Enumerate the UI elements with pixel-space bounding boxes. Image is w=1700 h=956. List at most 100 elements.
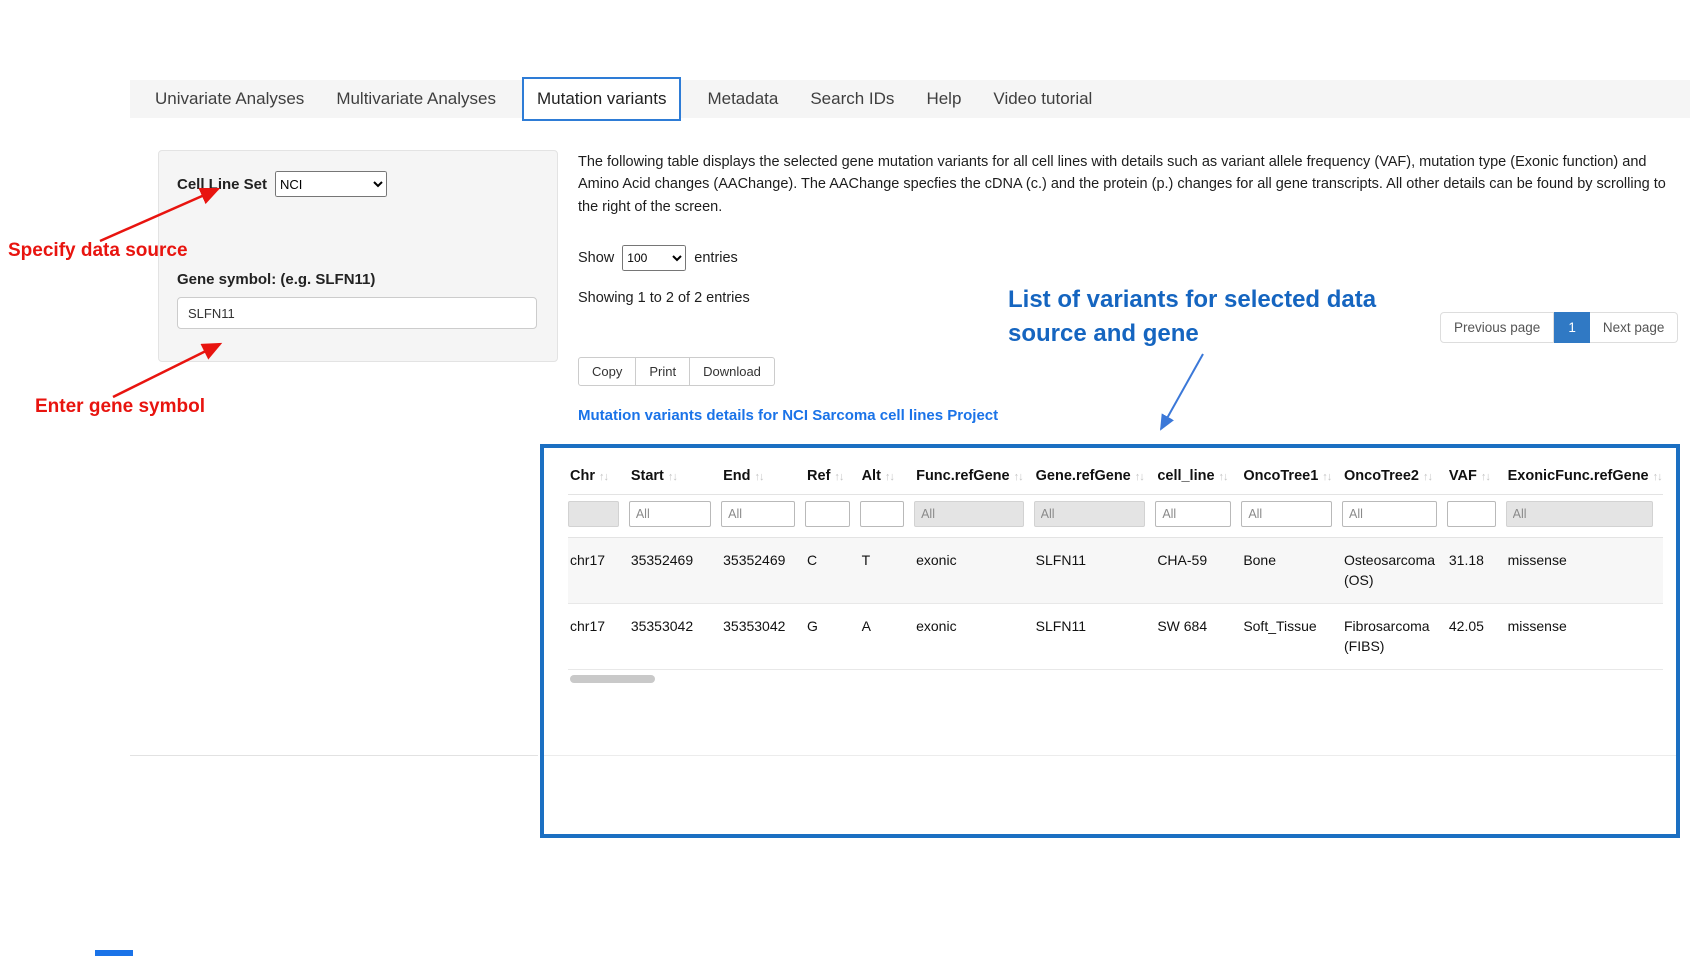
table-filter-row [568,495,1663,538]
print-button[interactable]: Print [636,357,690,386]
column-label: Chr [570,468,595,484]
column-header-chr[interactable]: Chr ↑↓ [568,460,629,495]
sort-icon: ↑↓ [755,471,764,483]
sort-icon: ↑↓ [1653,471,1662,483]
tab-multivariate-analyses[interactable]: Multivariate Analyses [336,89,496,109]
content-divider-inner [544,755,1676,756]
column-label: ExonicFunc.refGene [1508,468,1649,484]
page-root: Univariate Analyses Multivariate Analyses… [0,0,1700,956]
table-body: chr173535246935352469CTexonicSLFN11CHA-5… [568,538,1663,670]
show-label: Show [578,250,614,266]
entries-per-page-select[interactable]: 100 [622,245,686,271]
table-cell: 35353042 [721,604,805,670]
column-header-exonicfunc-refgene[interactable]: ExonicFunc.refGene ↑↓ [1506,460,1663,495]
column-header-ref[interactable]: Ref↑↓ [805,460,860,495]
table-cell: Bone [1241,538,1342,604]
horizontal-scrollbar-thumb[interactable] [570,675,655,683]
nav-tabs: Univariate Analyses Multivariate Analyses… [130,80,1690,118]
table-cell: exonic [914,604,1034,670]
sort-icon: ↑↓ [1481,471,1490,483]
filter-input-cell-line[interactable] [1155,501,1231,527]
column-label: Gene.refGene [1036,468,1131,484]
variants-table: Chr↑↓Start↑↓End↑↓Ref↑↓Alt↑↓Func.refGene↑… [568,460,1663,670]
filter-input-exonicfunc-refgene[interactable] [1506,501,1653,527]
column-label: OncoTree2 [1344,468,1419,484]
show-entries-control: Show 100 entries [578,245,738,271]
column-label: OncoTree1 [1243,468,1318,484]
table-cell: SLFN11 [1034,604,1156,670]
filter-input-ref[interactable] [805,501,850,527]
column-header-vaf[interactable]: VAF ↑↓ [1447,460,1506,495]
cell-line-set-label: Cell Line Set [177,176,267,193]
pagination: Previous page 1 Next page [1440,312,1678,343]
filter-input-start[interactable] [629,501,711,527]
column-header-oncotree1[interactable]: OncoTree1 ↑↓ [1241,460,1342,495]
sort-icon: ↑↓ [599,471,608,483]
column-header-alt[interactable]: Alt↑↓ [860,460,915,495]
filter-input-alt[interactable] [860,501,905,527]
next-page-button[interactable]: Next page [1590,312,1679,343]
table-cell: 35352469 [629,538,721,604]
horizontal-scrollbar[interactable] [568,673,1663,685]
sort-icon: ↑↓ [1135,471,1144,483]
tab-univariate-analyses[interactable]: Univariate Analyses [155,89,304,109]
filter-input-end[interactable] [721,501,795,527]
sort-icon: ↑↓ [1014,471,1023,483]
content-divider [130,755,538,756]
sort-icon: ↑↓ [1322,471,1331,483]
annotation-specify-data-source: Specify data source [8,240,188,262]
filter-input-oncotree1[interactable] [1241,501,1332,527]
tab-metadata[interactable]: Metadata [707,89,778,109]
table-cell: Soft_Tissue [1241,604,1342,670]
current-page-indicator[interactable]: 1 [1554,312,1590,343]
tab-help[interactable]: Help [926,89,961,109]
gene-symbol-label: Gene symbol: (e.g. SLFN11) [177,271,539,288]
copy-button[interactable]: Copy [578,357,636,386]
table-cell: C [805,538,860,604]
table-cell: 35352469 [721,538,805,604]
column-label: VAF [1449,468,1477,484]
variants-table-container: Chr↑↓Start↑↓End↑↓Ref↑↓Alt↑↓Func.refGene↑… [540,444,1680,838]
cell-line-set-select[interactable]: NCI [275,171,387,197]
column-header-gene-refgene[interactable]: Gene.refGene ↑↓ [1034,460,1156,495]
filter-input-oncotree2[interactable] [1342,501,1437,527]
table-row[interactable]: chr173535246935352469CTexonicSLFN11CHA-5… [568,538,1663,604]
table-cell: G [805,604,860,670]
export-button-group: Copy Print Download [578,357,775,386]
filter-input-gene-refgene[interactable] [1034,501,1146,527]
table-caption: Mutation variants details for NCI Sarcom… [578,407,998,424]
column-label: End [723,468,750,484]
table-cell: 42.05 [1447,604,1506,670]
filter-input-chr[interactable] [568,501,619,527]
column-label: cell_line [1157,468,1214,484]
annotation-list-of-variants: List of variants for selected data sourc… [1008,283,1453,351]
showing-entries-status: Showing 1 to 2 of 2 entries [578,290,750,306]
table-cell: Osteosarcoma (OS) [1342,538,1447,604]
table-cell: SW 684 [1155,604,1241,670]
sort-icon: ↑↓ [668,471,677,483]
blue-arrow-to-table-icon [1161,354,1203,429]
filter-input-func-refgene[interactable] [914,501,1024,527]
sort-icon: ↑↓ [1219,471,1228,483]
column-header-func-refgene[interactable]: Func.refGene ↑↓ [914,460,1034,495]
column-header-oncotree2[interactable]: OncoTree2 ↑↓ [1342,460,1447,495]
entries-label: entries [694,250,738,266]
sort-icon: ↑↓ [1423,471,1432,483]
column-header-start[interactable]: Start↑↓ [629,460,721,495]
table-cell: SLFN11 [1034,538,1156,604]
column-header-cell-line[interactable]: cell_line ↑↓ [1155,460,1241,495]
annotation-enter-gene-symbol: Enter gene symbol [35,396,205,418]
tab-video-tutorial[interactable]: Video tutorial [993,89,1092,109]
previous-page-button[interactable]: Previous page [1440,312,1554,343]
download-button[interactable]: Download [690,357,775,386]
table-row[interactable]: chr173535304235353042GAexonicSLFN11SW 68… [568,604,1663,670]
column-label: Func.refGene [916,468,1009,484]
tab-search-ids[interactable]: Search IDs [810,89,894,109]
table-cell: exonic [914,538,1034,604]
gene-symbol-input[interactable] [177,297,537,329]
tab-mutation-variants[interactable]: Mutation variants [522,77,681,121]
filter-input-vaf[interactable] [1447,501,1496,527]
column-header-end[interactable]: End ↑↓ [721,460,805,495]
table-header-row: Chr↑↓Start↑↓End↑↓Ref↑↓Alt↑↓Func.refGene↑… [568,460,1663,495]
input-panel: Cell Line Set NCI Gene symbol: (e.g. SLF… [158,150,558,362]
